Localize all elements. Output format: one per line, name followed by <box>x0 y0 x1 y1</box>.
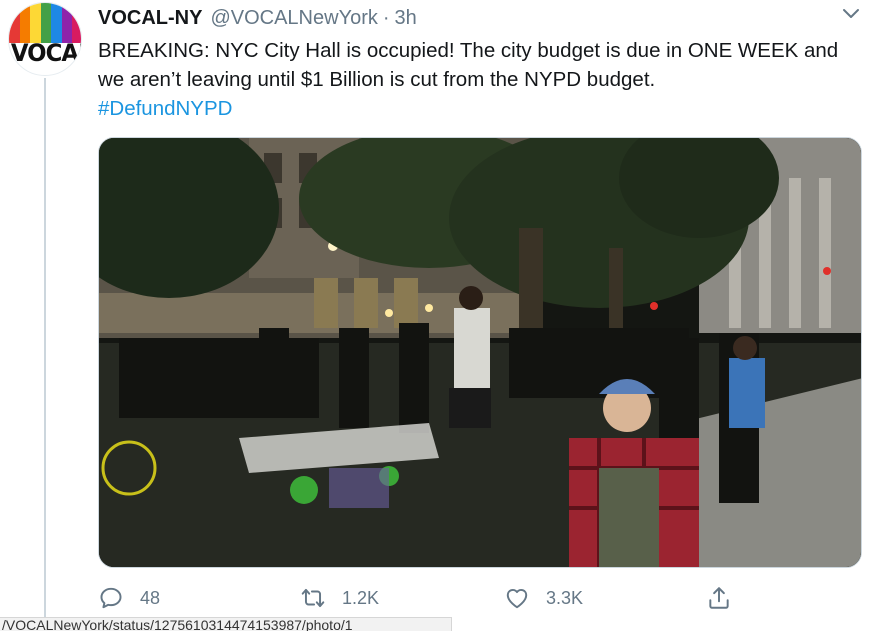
timestamp[interactable]: 3h <box>395 7 417 30</box>
status-bar-url: /VOCALNewYork/status/1275610314474153987… <box>0 617 452 631</box>
tweet-body: BREAKING: NYC City Hall is occupied! The… <box>98 39 839 91</box>
share-button[interactable] <box>706 580 748 616</box>
heart-icon <box>506 589 528 609</box>
avatar-logo-text: VOCAL <box>10 39 81 67</box>
tweet-photo[interactable] <box>98 137 862 568</box>
separator-dot: · <box>382 6 390 29</box>
retweet-count: 1.2K <box>342 587 380 608</box>
photo-scene <box>99 138 861 567</box>
thread-line <box>44 78 46 631</box>
avatar[interactable]: VOCAL <box>8 2 82 76</box>
tweet[interactable]: VOCAL VOCAL-NY @VOCALNewYork · 3h BREAKI… <box>0 0 871 631</box>
avatar-stripes <box>9 3 81 43</box>
tweet-text: BREAKING: NYC City Hall is occupied! The… <box>98 36 863 123</box>
reply-icon <box>100 587 122 609</box>
avatar-stripe <box>30 3 41 43</box>
avatar-stripe <box>61 3 73 43</box>
avatar-stripe <box>19 3 31 43</box>
like-count: 3.3K <box>546 587 584 608</box>
display-name[interactable]: VOCAL-NY <box>98 7 202 30</box>
retweet-button[interactable]: 1.2K <box>300 580 379 616</box>
tweet-actions: 48 1.2K 3.3K <box>98 580 863 616</box>
reply-count: 48 <box>140 587 161 608</box>
like-button[interactable]: 3.3K <box>504 580 583 616</box>
retweet-icon <box>301 588 325 608</box>
avatar-stripe <box>9 3 20 43</box>
user-handle[interactable]: @VOCALNewYork <box>210 7 377 30</box>
hashtag-link[interactable]: #DefundNYPD <box>98 94 863 123</box>
reply-button[interactable]: 48 <box>98 580 160 616</box>
avatar-stripe <box>40 3 52 43</box>
share-icon <box>709 587 729 609</box>
avatar-stripe <box>72 3 81 43</box>
chevron-down-icon[interactable] <box>841 6 861 22</box>
avatar-stripe <box>51 3 62 43</box>
tweet-header: VOCAL-NY @VOCALNewYork · 3h <box>98 4 857 32</box>
